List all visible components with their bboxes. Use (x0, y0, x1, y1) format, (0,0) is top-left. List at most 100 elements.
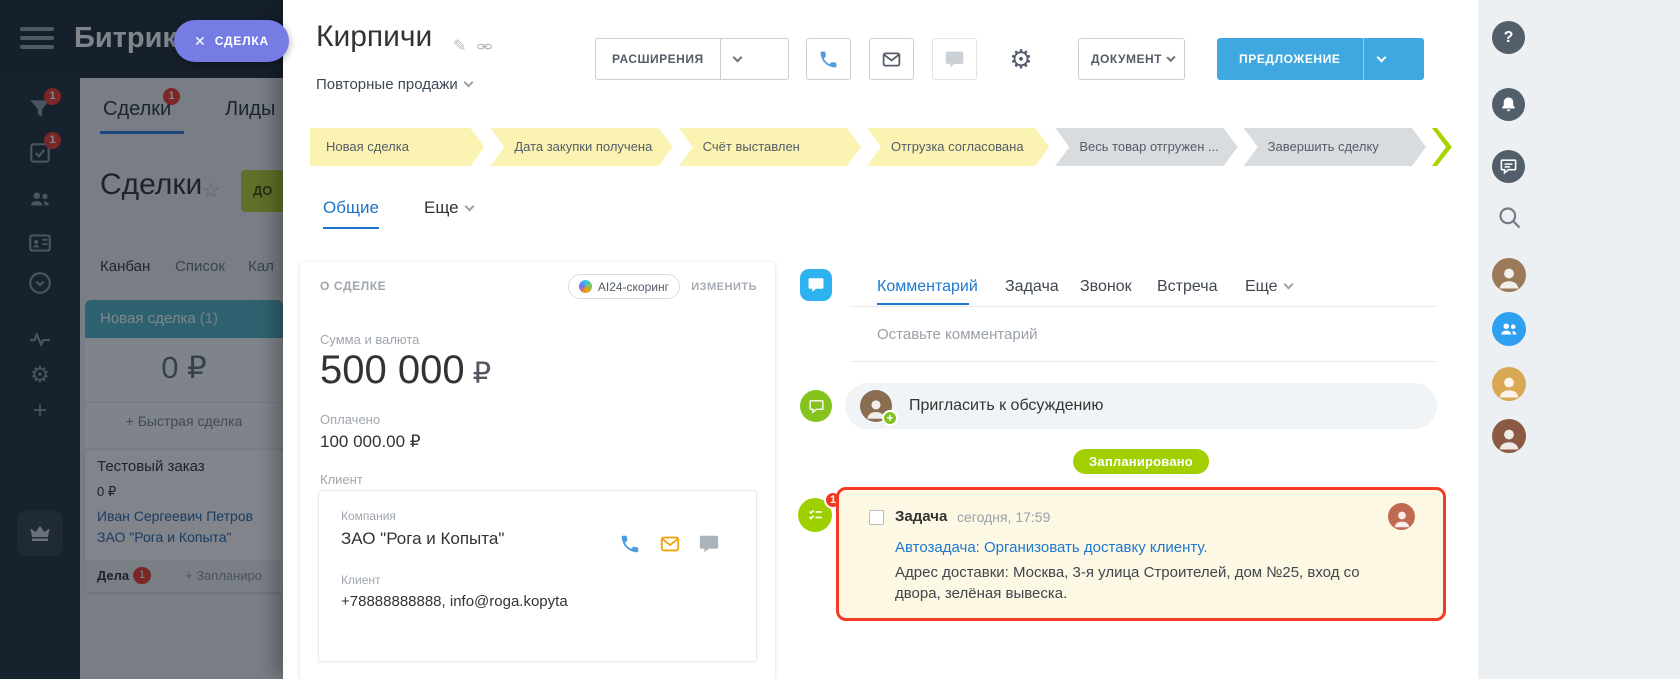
company-mail-icon[interactable] (659, 533, 681, 555)
stage-final-tip (1432, 128, 1452, 166)
tab-more[interactable]: Еще (424, 198, 473, 218)
stage-shipping-approved[interactable]: Отгрузка согласована (867, 128, 1049, 166)
chevron-down-icon (463, 78, 473, 88)
chat-button[interactable] (932, 38, 977, 80)
mail-icon (881, 49, 902, 70)
comment-input[interactable] (877, 326, 1397, 343)
tasklist-icon (806, 506, 825, 525)
ai-scoring-icon (579, 280, 592, 293)
deal-slider-panel: Кирпичи ✎ Повторные продажи РАСШИРЕНИЯ ⚙… (283, 0, 1478, 679)
sum-value-row: 500 000₽ (320, 348, 491, 393)
invite-plus-icon: + (882, 410, 898, 426)
notifications-button[interactable] (1492, 88, 1525, 121)
phone-icon (818, 49, 839, 70)
task-time: сегодня, 17:59 (957, 509, 1050, 525)
bell-icon (1499, 95, 1518, 114)
group-icon (1498, 318, 1520, 340)
proposal-dropdown[interactable] (1363, 38, 1399, 80)
slider-type-pill[interactable]: ✕ СДЕЛКА (174, 20, 289, 62)
call-button[interactable] (806, 38, 851, 80)
help-button[interactable]: ? (1492, 21, 1525, 54)
user-avatar-1[interactable] (1492, 258, 1526, 292)
company-phone-icon[interactable] (619, 533, 641, 555)
chevron-down-icon (464, 202, 474, 212)
person-icon (1495, 264, 1523, 292)
user-avatar-2[interactable] (1492, 367, 1526, 401)
chevron-down-icon (1283, 280, 1293, 290)
contact-value[interactable]: +78888888888, info@roga.kopyta (341, 593, 568, 610)
background-app: Битрикс 1 1 ⚙ + Сделки 1 Лиды Сделки ☆ Д… (0, 0, 283, 679)
copy-link-icon[interactable] (476, 38, 493, 55)
pipeline-stages: Новая сделка Дата закупки получена Счёт … (310, 128, 1452, 166)
timeline-tab-underline (877, 303, 969, 305)
person-icon (1495, 373, 1523, 401)
chat-icon (944, 49, 965, 70)
slider-type-label: СДЕЛКА (215, 34, 269, 48)
task-title[interactable]: Задача (895, 508, 947, 525)
stage-purchase-date[interactable]: Дата закупки получена (490, 128, 672, 166)
sum-currency: ₽ (473, 358, 491, 390)
edit-title-icon[interactable]: ✎ (453, 36, 466, 56)
tab-general[interactable]: Общие (323, 198, 379, 218)
tab-general-underline (323, 227, 379, 229)
stage-close[interactable]: Завершить сделку (1244, 128, 1426, 166)
about-deal-header: О СДЕЛКЕ (320, 279, 386, 293)
chevron-down-icon (732, 52, 742, 62)
sum-value: 500 000 (320, 348, 465, 392)
close-icon[interactable]: ✕ (194, 33, 206, 50)
task-description: Адрес доставки: Москва, 3-я улица Строит… (895, 562, 1395, 604)
search-icon[interactable] (1496, 204, 1523, 231)
invite-label: Пригласить к обсуждению (909, 383, 1103, 429)
company-chat-icon[interactable] (698, 533, 720, 555)
chat-bubble-icon (807, 276, 825, 294)
group-chat-avatar[interactable] (1492, 312, 1526, 346)
timeline-tab-comment[interactable]: Комментарий (877, 278, 978, 296)
task-link[interactable]: Автозадача: Организовать доставку клиент… (895, 539, 1208, 556)
stage-new[interactable]: Новая сделка (310, 128, 484, 166)
timeline-tab-call[interactable]: Звонок (1080, 278, 1132, 296)
company-value[interactable]: ЗАО "Рога и Копыта" (341, 529, 504, 549)
client-box: Компания ЗАО "Рога и Копыта" Клиент +788… (318, 490, 757, 662)
task-entry-highlighted[interactable]: Задача сегодня, 17:59 Автозадача: Органи… (836, 487, 1446, 621)
ai-scoring-badge[interactable]: AI24-скоринг (568, 274, 680, 299)
edit-deal-link[interactable]: ИЗМЕНИТЬ (691, 281, 757, 293)
comment-stream-icon (800, 269, 832, 301)
deal-category-dropdown[interactable]: Повторные продажи (316, 76, 472, 93)
about-deal-card: О СДЕЛКЕ AI24-скоринг ИЗМЕНИТЬ Сумма и в… (300, 262, 775, 679)
messenger-button[interactable] (1492, 150, 1525, 183)
invite-to-discussion[interactable]: + Пригласить к обсуждению (845, 383, 1437, 429)
company-label: Компания (341, 509, 396, 523)
divider (850, 306, 1437, 307)
screen: Битрикс 1 1 ⚙ + Сделки 1 Лиды Сделки ☆ Д… (0, 0, 1680, 679)
person-icon (1391, 508, 1413, 530)
user-avatar-3[interactable] (1492, 419, 1526, 453)
timeline-tab-task[interactable]: Задача (1005, 278, 1059, 296)
settings-gear-icon[interactable]: ⚙ (999, 38, 1043, 80)
modal-dim-overlay[interactable] (0, 0, 283, 679)
task-avatar[interactable] (1388, 503, 1415, 530)
chevron-down-icon (1376, 52, 1386, 62)
invite-stream-icon (800, 390, 832, 422)
stage-shipped[interactable]: Весь товар отгружен ... (1055, 128, 1237, 166)
sum-label: Сумма и валюта (320, 332, 419, 347)
contact-label: Клиент (341, 573, 381, 587)
timeline-tab-more[interactable]: Еще (1245, 278, 1292, 296)
task-checkbox[interactable] (869, 510, 884, 525)
right-toolbar: ? (1478, 0, 1680, 679)
email-button[interactable] (869, 38, 914, 80)
chat-lines-icon (1499, 157, 1518, 176)
stage-invoice[interactable]: Счёт выставлен (679, 128, 861, 166)
extensions-button[interactable]: РАСШИРЕНИЯ (595, 38, 789, 80)
timeline-tab-meeting[interactable]: Встреча (1157, 278, 1218, 296)
proposal-button[interactable]: ПРЕДЛОЖЕНИЕ (1217, 38, 1424, 80)
paid-value: 100 000.00 ₽ (320, 432, 421, 452)
client-label: Клиент (320, 472, 363, 487)
paid-label: Оплачено (320, 412, 380, 427)
chat-outline-icon (808, 398, 825, 415)
divider (850, 361, 1437, 362)
person-icon (1495, 425, 1523, 453)
planned-status-badge: Запланировано (1073, 449, 1209, 474)
deal-title[interactable]: Кирпичи (316, 20, 432, 54)
extensions-dropdown[interactable] (720, 39, 754, 79)
document-button[interactable]: ДОКУМЕНТ (1078, 38, 1185, 80)
